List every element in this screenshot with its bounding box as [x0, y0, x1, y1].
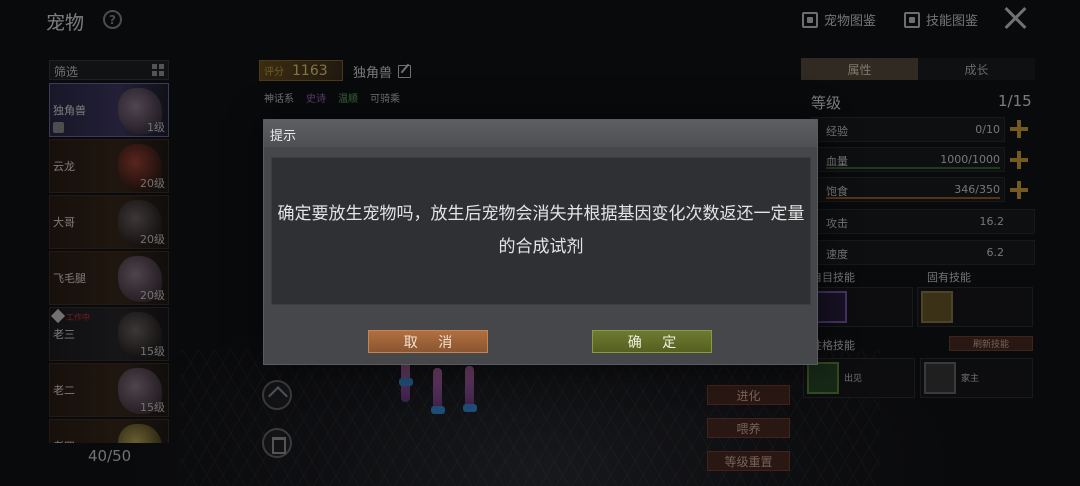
confirm-button[interactable]: 确 定: [592, 330, 712, 353]
release-confirm-dialog: 提示 确定要放生宠物吗，放生后宠物会消失并根据基因变化次数返还一定量的合成试剂 …: [263, 119, 818, 365]
dialog-title: 提示: [264, 120, 817, 147]
dialog-message-box: 确定要放生宠物吗，放生后宠物会消失并根据基因变化次数返还一定量的合成试剂: [271, 157, 811, 305]
dialog-message: 确定要放生宠物吗，放生后宠物会消失并根据基因变化次数返还一定量的合成试剂: [277, 204, 805, 257]
cancel-button[interactable]: 取 消: [368, 330, 488, 353]
